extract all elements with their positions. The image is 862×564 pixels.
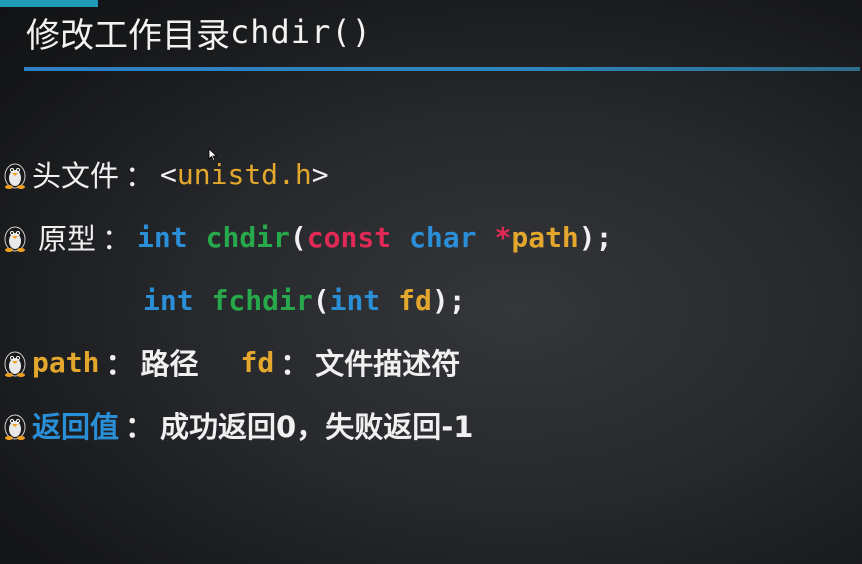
prototype-line-2: int fchdir(int fd); [143,278,466,322]
prototype-label: 原型 [38,222,97,256]
proto1-qualifier: const [306,220,392,254]
proto1-star: * [494,220,512,254]
param-path-name: path [32,345,100,379]
header-lt: < [160,157,177,191]
mouse-cursor-icon [208,148,218,162]
param-path-colon: ： [105,347,135,381]
proto2-func-name: fchdir [211,283,313,317]
proto2-open-paren: ( [312,283,330,317]
header-filename: unistd.h [176,157,312,191]
penguin-icon [4,163,26,189]
return-comma: ， [296,410,326,444]
return-value-label: 返回值 [32,410,120,444]
header-file-line: 头文件： < unistd.h > [2,152,329,196]
slide-title: 修改工作目录 chdir() [26,8,372,56]
return-value-colon: ： [125,410,155,444]
proto1-open-paren: ( [289,220,307,254]
header-colon: ： [125,159,155,193]
return-failure-text: 失败返回-1 [325,410,474,444]
proto1-close: ); [578,220,613,254]
header-gt: > [311,157,329,191]
proto1-func-name: chdir [205,220,290,254]
params-line: path：路径 fd：文件描述符 [2,340,460,384]
proto1-return-type: int [137,220,188,254]
param-fd-name: fd [240,345,275,379]
header-file-label: 头文件 [32,159,120,193]
param-fd-desc: 文件描述符 [315,347,461,381]
penguin-icon [4,414,26,440]
penguin-icon [4,351,26,377]
proto2-close: ); [431,283,466,317]
proto2-param-type: int [329,283,381,317]
param-path-desc: 路径 [140,347,199,381]
prototype-colon: ： [102,222,132,256]
return-value-line: 返回值：成功返回0，失败返回-1 [2,403,473,447]
title-underline [24,67,860,71]
slide-title-code: chdir() [230,13,372,51]
slide-title-chinese: 修改工作目录 [26,15,230,56]
proto2-return-type: int [143,283,194,317]
proto1-param-type: char [409,220,477,254]
param-fd-colon: ： [280,347,310,381]
penguin-icon [4,226,26,252]
top-accent-bar [0,0,98,7]
return-success-text: 成功返回0 [160,410,297,444]
proto1-param-name: path [511,220,579,254]
prototype-line-1: 原型： int chdir(const char * path); [2,215,613,259]
proto2-param-name: fd [398,283,432,317]
